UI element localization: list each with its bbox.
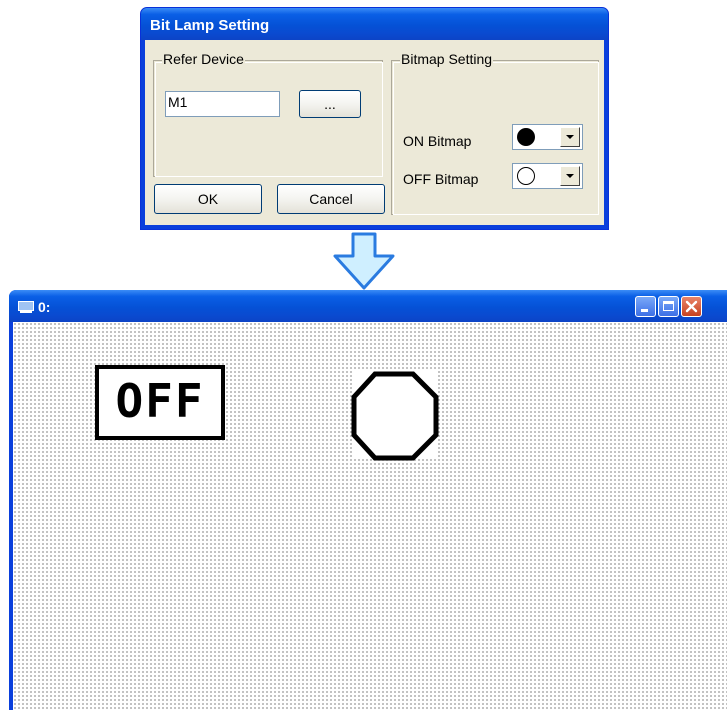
close-icon [685,300,698,313]
window-icon [18,301,34,313]
off-bitmap-label: OFF Bitmap [403,171,479,187]
dialog-client: Refer Device M1 ... OK Cancel Bitmap Set… [145,40,604,225]
screen-window: 0: OFF [9,290,727,710]
minimize-icon [641,309,648,312]
filled-circle-icon [517,128,535,146]
down-arrow-icon [333,232,395,290]
refer-device-group: Refer Device [153,51,383,177]
maximize-icon [663,301,674,311]
bitmap-setting-legend: Bitmap Setting [400,51,494,67]
close-button[interactable] [681,296,702,317]
cancel-button[interactable]: Cancel [277,184,385,214]
ok-button[interactable]: OK [154,184,262,214]
dialog-titlebar[interactable]: Bit Lamp Setting [141,8,608,40]
dialog-title: Bit Lamp Setting [150,17,270,34]
design-canvas[interactable]: OFF [13,322,727,710]
on-bitmap-label: ON Bitmap [403,133,472,149]
empty-circle-icon [517,167,535,185]
dropdown-arrow-icon[interactable] [560,166,580,186]
bit-lamp-empty-circle-icon[interactable] [350,365,442,463]
off-state-text-box[interactable]: OFF [95,365,225,440]
dropdown-arrow-icon[interactable] [560,127,580,147]
on-bitmap-select[interactable] [512,124,583,150]
off-bitmap-select[interactable] [512,163,583,189]
refer-device-legend: Refer Device [162,51,245,67]
window-title: 0: [38,299,51,315]
off-state-label: OFF [115,374,205,428]
window-titlebar[interactable]: 0: [9,290,727,322]
browse-device-button[interactable]: ... [299,90,361,118]
refer-device-input[interactable]: M1 [165,91,280,117]
maximize-button[interactable] [658,296,679,317]
bit-lamp-setting-dialog: Bit Lamp Setting Refer Device M1 ... OK … [140,7,609,230]
minimize-button[interactable] [635,296,656,317]
